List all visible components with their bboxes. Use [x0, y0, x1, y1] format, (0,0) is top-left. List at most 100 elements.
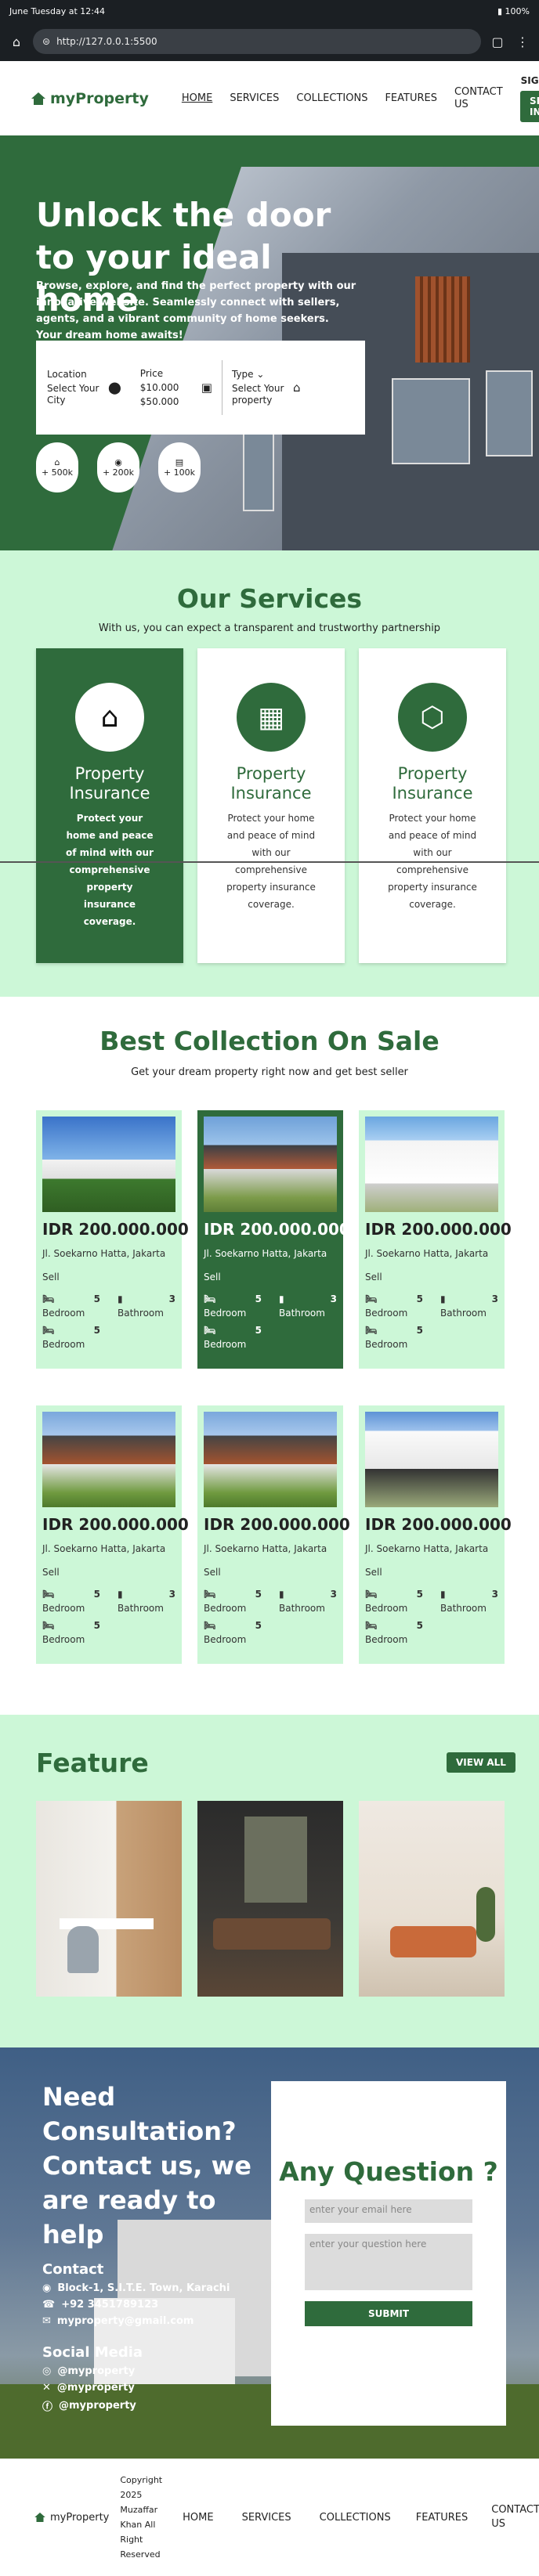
- feature-image[interactable]: [359, 1801, 505, 1997]
- footer-features[interactable]: FEATURES: [416, 2512, 468, 2524]
- type-field[interactable]: Type ⌄ Select Your property: [232, 369, 288, 406]
- building-window: [243, 433, 274, 511]
- bedroom-count: 5: [416, 1620, 423, 1631]
- property-image: [365, 1117, 498, 1212]
- phone-line[interactable]: ☎ +92 3451789123: [42, 2299, 230, 2311]
- feature-title: Feature: [36, 1748, 149, 1778]
- submit-button[interactable]: SUBMIT: [305, 2301, 472, 2326]
- nav-collections[interactable]: COLLECTIONS: [296, 92, 367, 104]
- social-heading: Social Media: [42, 2344, 143, 2361]
- bathroom-info: ▮ 3 Bathroom: [279, 1587, 337, 1615]
- sign-in-button[interactable]: SIGN IN: [519, 90, 539, 122]
- property-card[interactable]: IDR 200.000.000 Jl. Soekarno Hatta, Jakar…: [197, 1110, 350, 1369]
- bedroom-info: 🛏︎ 5 Bedroom: [204, 1618, 262, 1647]
- cube-icon: ⬡: [398, 683, 467, 752]
- plant: [476, 1887, 495, 1942]
- house-search-icon[interactable]: ⌂: [293, 381, 301, 395]
- services-title: Our Services: [176, 583, 363, 614]
- bathroom-info: ▮ 3 Bathroom: [279, 1292, 337, 1320]
- phone-icon: ☎: [42, 2299, 56, 2311]
- view-all-button[interactable]: VIEW ALL: [447, 1752, 515, 1773]
- bathroom-count: 3: [168, 1589, 175, 1600]
- bedroom-count: 5: [93, 1293, 100, 1304]
- property-address: Jl. Soekarno Hatta, Jakarta: [365, 1543, 489, 1554]
- battery-level: 100%: [505, 5, 530, 16]
- bed-icon: 🛏︎: [365, 1589, 378, 1600]
- social-handle: @myproperty: [56, 2382, 135, 2394]
- site-info-icon[interactable]: ⊜: [42, 36, 50, 47]
- property-price: IDR 200.000.000: [365, 1220, 512, 1239]
- nav-contact[interactable]: CONTACT US: [454, 86, 503, 111]
- bedroom-label: Bedroom: [204, 1603, 247, 1614]
- property-status: Sell: [42, 1272, 60, 1283]
- property-image: [204, 1412, 337, 1507]
- price-field[interactable]: Price $10.000 $50.000: [140, 368, 197, 408]
- email-text: myproperty@gmail.com: [56, 2315, 194, 2327]
- menu-icon[interactable]: ⋮: [514, 34, 531, 49]
- service-card[interactable]: ⌂ Property Insurance Protect your home a…: [36, 648, 183, 963]
- bed-icon: 🛏︎: [365, 1293, 378, 1304]
- price-min: $10.000: [139, 381, 179, 393]
- location-field[interactable]: Location Select Your City: [47, 369, 103, 406]
- stat-value: + 500k: [41, 467, 74, 478]
- money-icon: ▣: [201, 381, 212, 395]
- home-icon[interactable]: ⌂: [8, 34, 25, 49]
- bedroom-count: 5: [93, 1325, 100, 1336]
- service-card[interactable]: ▦ Property Insurance Protect your home a…: [197, 648, 345, 963]
- bathroom-count: 3: [168, 1293, 175, 1304]
- house-icon: ⌂: [54, 457, 60, 467]
- tabs-icon[interactable]: ▢: [489, 34, 506, 49]
- bathroom-label: Bathroom: [279, 1308, 325, 1319]
- social-facebook[interactable]: ⓕ @myproperty: [42, 2398, 230, 2413]
- email-line[interactable]: ✉ myproperty@gmail.com: [42, 2315, 230, 2327]
- footer-contact[interactable]: CONTACT US: [491, 2503, 539, 2531]
- feature-image[interactable]: [197, 1801, 343, 1997]
- property-card[interactable]: IDR 200.000.000 Jl. Soekarno Hatta, Jakar…: [359, 1405, 512, 1664]
- house-logo-icon: [34, 2513, 45, 2522]
- social-x[interactable]: ✕ @myproperty: [42, 2382, 230, 2394]
- bed-icon: 🛏︎: [365, 1325, 378, 1336]
- property-card[interactable]: IDR 200.000.000 Jl. Soekarno Hatta, Jakar…: [36, 1110, 189, 1369]
- url-bar[interactable]: ⊜ http://127.0.0.1:5500: [33, 29, 481, 54]
- type-label: Type ⌄: [232, 369, 288, 381]
- site-navbar: myProperty HOME SERVICES COLLECTIONS FEA…: [0, 61, 539, 135]
- bathroom-label: Bathroom: [118, 1603, 164, 1614]
- mail-icon: ✉: [42, 2315, 51, 2327]
- email-input[interactable]: enter your email here: [305, 2199, 472, 2223]
- nav-services[interactable]: SERVICES: [230, 92, 279, 104]
- sofa: [390, 1926, 476, 1957]
- amenities-row: 🛏︎ 5 Bedroom: [365, 1618, 498, 1647]
- property-card[interactable]: IDR 200.000.000 Jl. Soekarno Hatta, Jakar…: [359, 1110, 512, 1369]
- bedroom-info: 🛏︎ 5 Bedroom: [204, 1292, 262, 1320]
- hero-subtitle: Browse, explore, and find the perfect pr…: [36, 280, 356, 341]
- social-handle: @myproperty: [59, 2400, 136, 2412]
- footer-collections[interactable]: COLLECTIONS: [320, 2512, 391, 2524]
- logo[interactable]: myProperty: [31, 90, 149, 107]
- bathroom-info: ▮ 3 Bathroom: [118, 1292, 175, 1320]
- social-instagram[interactable]: ◎ @myproperty: [42, 2365, 230, 2377]
- door-icon: ▮: [279, 1293, 284, 1304]
- bedroom-label: Bedroom: [42, 1339, 85, 1350]
- property-card[interactable]: IDR 200.000.000 Jl. Soekarno Hatta, Jakar…: [197, 1405, 350, 1664]
- property-image: [365, 1412, 498, 1507]
- nav-home[interactable]: HOME: [182, 92, 212, 104]
- social-handle: @myproperty: [57, 2365, 136, 2377]
- question-input[interactable]: enter your question here: [305, 2234, 472, 2290]
- amenities-row: 🛏︎ 5 Bedroom ▮ 3 Bathroom: [204, 1587, 337, 1615]
- nav-features[interactable]: FEATURES: [385, 92, 437, 104]
- bedroom-info: 🛏︎ 5 Bedroom: [365, 1587, 423, 1615]
- house-icon: ⌂: [75, 683, 144, 752]
- sign-up-link[interactable]: SIGN UP: [521, 75, 539, 86]
- bedroom-info: 🛏︎ 5 Bedroom: [42, 1587, 100, 1615]
- feature-image[interactable]: [36, 1801, 182, 1997]
- bed-icon: 🛏︎: [204, 1589, 216, 1600]
- footer-home[interactable]: HOME: [183, 2512, 213, 2524]
- building-window: [392, 378, 470, 464]
- service-card[interactable]: ⬡ Property Insurance Protect your home a…: [359, 648, 506, 963]
- property-price: IDR 200.000.000: [42, 1515, 189, 1534]
- footer-services[interactable]: SERVICES: [242, 2512, 291, 2524]
- footer-logo[interactable]: myProperty: [34, 2512, 109, 2524]
- amenities-row: 🛏︎ 5 Bedroom ▮ 3 Bathroom: [204, 1292, 337, 1320]
- property-card[interactable]: IDR 200.000.000 Jl. Soekarno Hatta, Jakar…: [36, 1405, 189, 1664]
- amenities-row: 🛏︎ 5 Bedroom: [42, 1618, 175, 1647]
